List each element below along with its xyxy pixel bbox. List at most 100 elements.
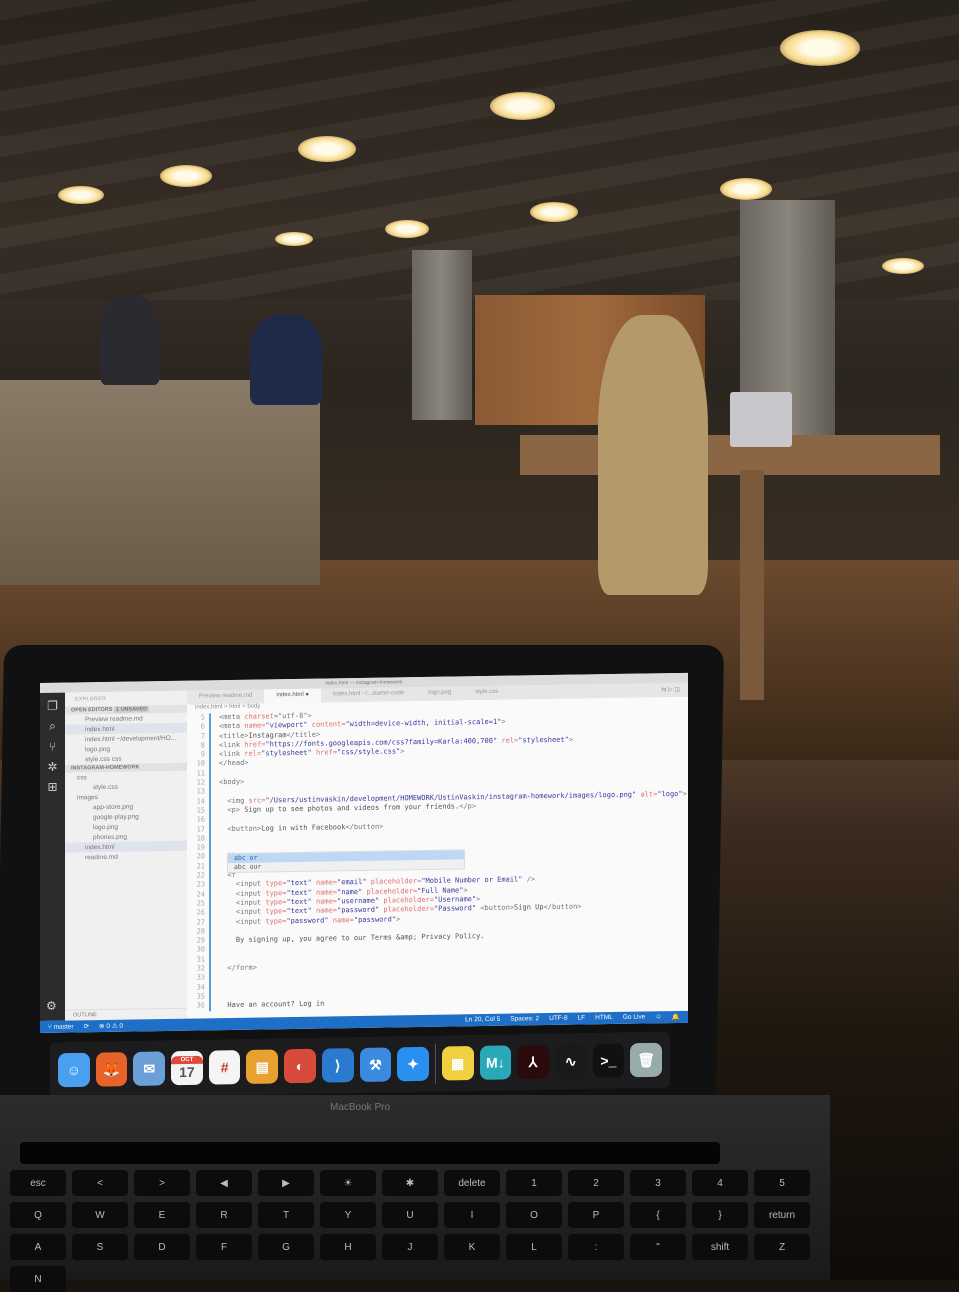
line-number: 32 <box>187 964 211 975</box>
search-icon[interactable]: ⌕ <box>40 719 65 734</box>
activity-monitor-icon[interactable]: ∿ <box>554 1044 587 1079</box>
key[interactable]: ☀ <box>320 1170 376 1196</box>
firefox-icon[interactable]: 🦊 <box>95 1052 128 1087</box>
bear-icon[interactable]: ◐ <box>284 1048 316 1084</box>
key[interactable]: > <box>134 1170 190 1196</box>
key[interactable]: N <box>10 1266 66 1292</box>
tab-style-css[interactable]: style.css <box>463 686 510 701</box>
key[interactable]: " <box>630 1234 686 1260</box>
files-icon[interactable]: ❐ <box>40 699 65 713</box>
key[interactable]: ✱ <box>382 1170 438 1196</box>
branch-indicator[interactable]: ⑂ master <box>48 1023 74 1030</box>
laptop-screen: index.html — instagram-homework ❐ ⌕ ⑂ ✲ … <box>40 672 688 1033</box>
finder-icon[interactable]: ☺ <box>58 1052 90 1088</box>
key[interactable]: Q <box>10 1202 66 1228</box>
line-number: 8 <box>187 741 211 751</box>
code-token: "text" <box>286 888 316 897</box>
key[interactable]: Y <box>320 1202 376 1228</box>
terminal-icon[interactable]: >_ <box>592 1043 625 1078</box>
bell-icon[interactable]: 🔔 <box>672 1013 680 1021</box>
code-token: <link <box>219 749 245 759</box>
key[interactable]: 3 <box>630 1170 686 1196</box>
key[interactable]: } <box>692 1202 748 1228</box>
messenger-icon[interactable]: ✦ <box>397 1046 429 1082</box>
key[interactable]: esc <box>10 1170 66 1196</box>
language-mode[interactable]: HTML <box>595 1014 613 1022</box>
key[interactable]: delete <box>444 1170 500 1196</box>
key[interactable]: Z <box>754 1234 810 1260</box>
tab-logo-png[interactable]: logo.png <box>416 686 463 701</box>
key[interactable]: 1 <box>506 1170 562 1196</box>
key[interactable]: L <box>506 1234 562 1260</box>
acrobat-icon[interactable]: ⅄ <box>517 1044 549 1080</box>
debug-icon[interactable]: ✲ <box>40 760 65 774</box>
tab-preview-readme[interactable]: Preview readme.md <box>187 689 264 704</box>
calendar-icon[interactable]: OCT 17 <box>171 1050 203 1086</box>
preview-icon[interactable]: ▤ <box>246 1049 279 1084</box>
code-token: Instagram <box>248 730 287 740</box>
key[interactable]: S <box>72 1234 128 1260</box>
file-item[interactable]: readme.md <box>65 851 187 863</box>
source-control-icon[interactable]: ⑂ <box>40 740 65 754</box>
sync-icon[interactable]: ⟳ <box>84 1022 89 1030</box>
trash-icon[interactable]: 🗑 <box>630 1042 662 1078</box>
ceiling-light <box>490 92 555 120</box>
key[interactable]: O <box>506 1202 562 1228</box>
gear-icon[interactable]: ⚙ <box>46 999 57 1013</box>
code-token: /> <box>522 875 536 884</box>
key[interactable]: F <box>196 1234 252 1260</box>
key[interactable]: : <box>568 1234 624 1260</box>
key[interactable]: E <box>134 1202 190 1228</box>
key[interactable]: shift <box>692 1234 748 1260</box>
key[interactable]: P <box>568 1202 624 1228</box>
key[interactable]: U <box>382 1202 438 1228</box>
key[interactable]: G <box>258 1234 314 1260</box>
key[interactable]: 5 <box>754 1170 810 1196</box>
code-token: <input <box>219 889 266 898</box>
key[interactable]: T <box>258 1202 314 1228</box>
key[interactable]: K <box>444 1234 500 1260</box>
code-token: > <box>501 717 506 727</box>
key[interactable]: H <box>320 1234 376 1260</box>
ceiling-light <box>298 136 356 162</box>
key[interactable]: W <box>72 1202 128 1228</box>
key[interactable]: 4 <box>692 1170 748 1196</box>
tab-index-html[interactable]: index.html ● <box>264 688 321 704</box>
feedback-icon[interactable]: ☺ <box>655 1013 662 1021</box>
vscode-icon[interactable]: ⟩ <box>321 1048 354 1083</box>
problems-indicator[interactable]: ⊗ 0 ⚠ 0 <box>99 1022 123 1030</box>
touch-bar[interactable] <box>20 1142 720 1164</box>
counter <box>0 380 320 585</box>
line-ending[interactable]: LF <box>578 1014 586 1022</box>
extensions-icon[interactable]: ⊞ <box>40 780 65 794</box>
key[interactable]: A <box>10 1234 66 1260</box>
encoding[interactable]: UTF-8 <box>549 1015 567 1023</box>
markdown-icon[interactable]: M↓ <box>479 1045 512 1080</box>
key[interactable]: D <box>134 1234 190 1260</box>
key[interactable]: ◀ <box>196 1170 252 1196</box>
tab-index-html-starter[interactable]: index.html ~/...starter-code <box>321 687 416 702</box>
mail-icon[interactable]: ✉ <box>133 1051 166 1086</box>
xcode-icon[interactable]: ⚒ <box>359 1047 392 1083</box>
editor-actions[interactable]: ⇆ ▷ ◫ <box>653 683 688 698</box>
code-editor[interactable]: 5 <meta charset="utf-8"> 6 <meta name="view… <box>187 705 688 1019</box>
code-token: rel= <box>244 749 262 758</box>
key[interactable]: 2 <box>568 1170 624 1196</box>
cursor-position[interactable]: Ln 20, Col 5 <box>465 1016 500 1025</box>
key[interactable]: R <box>196 1202 252 1228</box>
stickies-icon[interactable]: ▦ <box>441 1046 474 1081</box>
calendar-day: 17 <box>179 1063 195 1081</box>
indentation[interactable]: Spaces: 2 <box>510 1015 539 1023</box>
key[interactable]: J <box>382 1234 438 1260</box>
line-number: 36 <box>187 1001 211 1012</box>
key[interactable]: { <box>630 1202 686 1228</box>
go-live-button[interactable]: Go Live <box>623 1013 645 1021</box>
slack-icon[interactable]: # <box>208 1050 241 1085</box>
key[interactable]: < <box>72 1170 128 1196</box>
code-token: type= <box>265 879 287 888</box>
key[interactable]: return <box>754 1202 810 1228</box>
line-number: 23 <box>187 880 211 891</box>
key[interactable]: I <box>444 1202 500 1228</box>
line-number: 6 <box>187 722 211 733</box>
key[interactable]: ▶ <box>258 1170 314 1196</box>
